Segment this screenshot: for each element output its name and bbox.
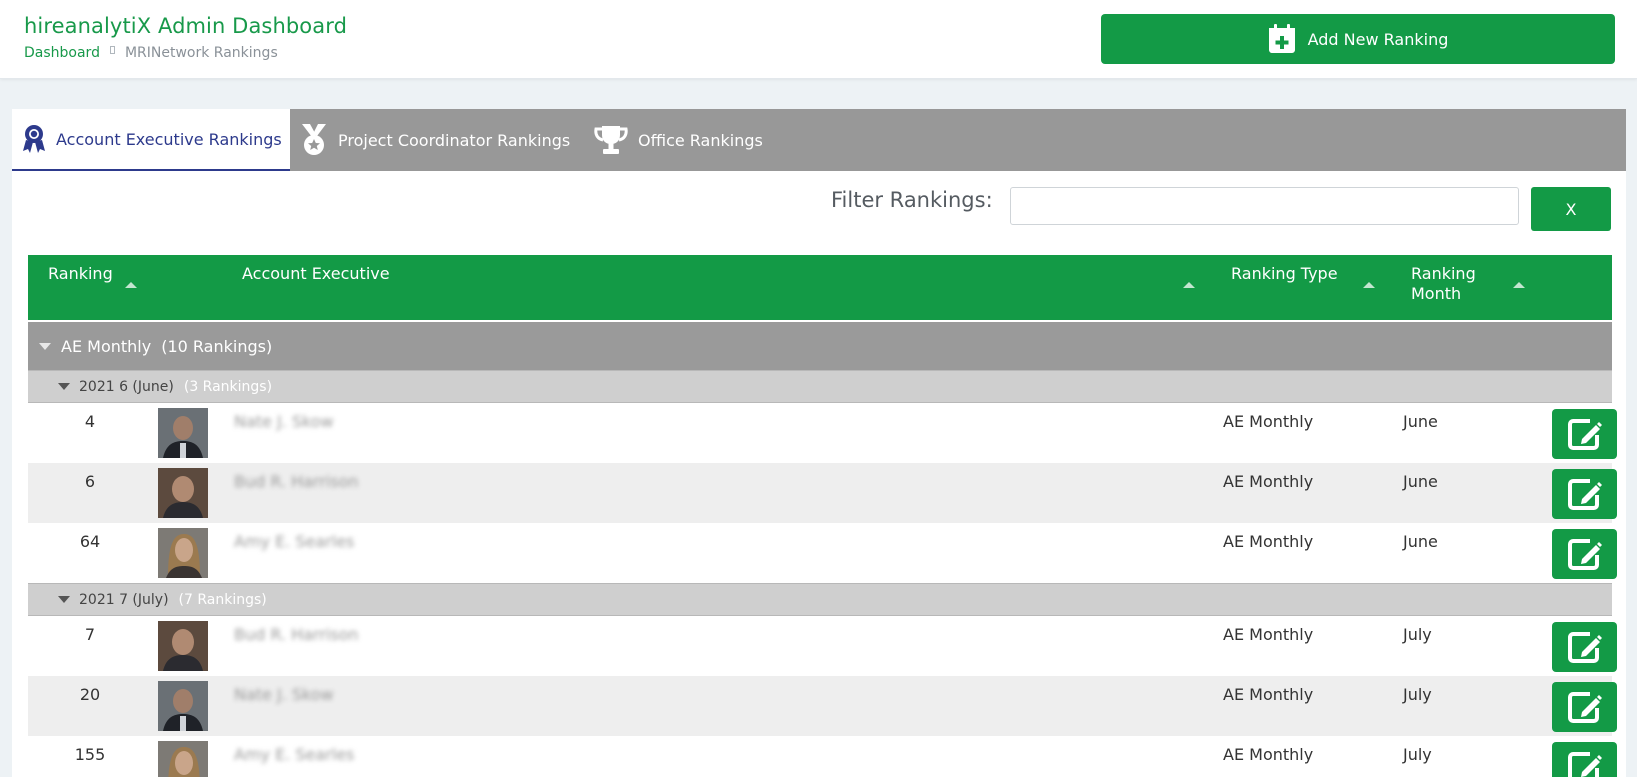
table-row: 4 Nate J. Skow AE Monthly June: [28, 403, 1617, 463]
subgroup-count: (3 Rankings): [183, 378, 273, 395]
account-executive-name: Amy E. Searles: [234, 532, 355, 551]
ranking-cell: 4: [84, 412, 96, 431]
table-header: Ranking Account Executive Ranking Type R…: [28, 255, 1612, 320]
filter-rankings-input[interactable]: [1010, 187, 1519, 225]
subgroup-label: 2021 6 (June): [79, 378, 174, 395]
ranking-cell: 64: [79, 532, 101, 551]
subgroup-count: (7 Rankings): [178, 591, 267, 608]
avatar: [158, 528, 208, 578]
table-row: 6 Bud R. Harrison AE Monthly June: [28, 463, 1617, 523]
group-row-month[interactable]: 2021 6 (June) (3 Rankings): [28, 370, 1612, 403]
group-row-ranking-type[interactable]: AE Monthly (10 Rankings): [28, 322, 1612, 370]
breadcrumb-separator-icon: [109, 46, 115, 54]
collapse-caret-icon[interactable]: [58, 383, 70, 390]
avatar: [158, 468, 208, 518]
edit-ranking-button[interactable]: [1552, 682, 1617, 732]
column-header-ranking-type[interactable]: Ranking Type: [1231, 264, 1338, 284]
sort-ranking-icon[interactable]: [125, 282, 137, 288]
clear-filter-button[interactable]: X: [1531, 187, 1611, 231]
ranking-month-cell: June: [1403, 412, 1438, 431]
ranking-month-cell: July: [1403, 745, 1432, 764]
account-executive-name: Nate J. Skow: [234, 412, 334, 431]
ranking-month-cell: July: [1403, 685, 1432, 704]
edit-ranking-button[interactable]: [1552, 742, 1617, 777]
table-row: 64 Amy E. Searles AE Monthly June: [28, 523, 1617, 583]
table-row: 7 Bud R. Harrison AE Monthly July: [28, 616, 1617, 676]
ribbon-award-icon: [23, 125, 45, 153]
edit-icon: [1567, 539, 1602, 570]
ranking-type-cell: AE Monthly: [1223, 412, 1314, 431]
rankings-panel: Account Executive Rankings Project Coord…: [12, 109, 1626, 777]
edit-icon: [1567, 419, 1602, 450]
ranking-type-cell: AE Monthly: [1223, 472, 1314, 491]
top-header: hireanalytiX Admin Dashboard Dashboard M…: [0, 0, 1637, 79]
tab-label: Office Rankings: [638, 130, 763, 150]
ranking-month-cell: June: [1403, 532, 1438, 551]
edit-icon: [1567, 752, 1602, 777]
column-header-account-executive[interactable]: Account Executive: [242, 264, 390, 284]
table-row: 20 Nate J. Skow AE Monthly July: [28, 676, 1617, 736]
ranking-cell: 155: [74, 745, 106, 764]
breadcrumb-current: MRINetwork Rankings: [124, 45, 278, 61]
tab-label: Project Coordinator Rankings: [338, 130, 571, 150]
account-executive-name: Bud R. Harrison: [234, 472, 359, 491]
column-header-ranking[interactable]: Ranking: [48, 264, 113, 284]
sort-account-executive-icon[interactable]: [1183, 282, 1195, 288]
group-row-month[interactable]: 2021 7 (July) (7 Rankings): [28, 583, 1612, 616]
tab-label: Account Executive Rankings: [56, 129, 282, 149]
add-new-ranking-label: Add New Ranking: [1307, 29, 1449, 49]
avatar: [158, 621, 208, 671]
avatar: [158, 741, 208, 777]
tab-account-executive-rankings[interactable]: Account Executive Rankings: [12, 109, 290, 171]
ranking-type-cell: AE Monthly: [1223, 685, 1314, 704]
ranking-cell: 7: [84, 625, 96, 644]
ranking-cell: 20: [79, 685, 101, 704]
ranking-type-cell: AE Monthly: [1223, 745, 1314, 764]
sort-ranking-month-icon[interactable]: [1513, 282, 1525, 288]
table-row: 155 Amy E. Searles AE Monthly July: [28, 736, 1617, 777]
edit-icon: [1567, 479, 1602, 510]
medal-icon: [302, 124, 326, 155]
subgroup-label: 2021 7 (July): [79, 591, 169, 608]
account-executive-name: Bud R. Harrison: [234, 625, 359, 644]
ranking-month-cell: July: [1403, 625, 1432, 644]
ranking-month-cell: June: [1403, 472, 1438, 491]
account-executive-name: Nate J. Skow: [234, 685, 334, 704]
ranking-cell: 6: [84, 472, 96, 491]
filter-rankings-label: Filter Rankings:: [831, 188, 993, 212]
group-count: (10 Rankings): [161, 336, 273, 356]
tab-bar: Account Executive Rankings Project Coord…: [12, 109, 1626, 171]
tab-office-rankings[interactable]: Office Rankings: [594, 109, 763, 171]
sort-ranking-type-icon[interactable]: [1363, 282, 1375, 288]
avatar: [158, 408, 208, 458]
edit-ranking-button[interactable]: [1552, 622, 1617, 672]
ranking-type-cell: AE Monthly: [1223, 625, 1314, 644]
account-executive-name: Amy E. Searles: [234, 745, 355, 764]
column-header-ranking-month[interactable]: Ranking Month: [1411, 264, 1501, 304]
edit-ranking-button[interactable]: [1552, 529, 1617, 579]
calendar-plus-icon: [1268, 24, 1295, 53]
collapse-caret-icon[interactable]: [58, 596, 70, 603]
trophy-icon: [594, 126, 628, 154]
breadcrumb: Dashboard MRINetwork Rankings: [24, 45, 278, 61]
collapse-caret-icon[interactable]: [39, 342, 51, 350]
edit-ranking-button[interactable]: [1552, 409, 1617, 459]
edit-icon: [1567, 692, 1602, 723]
group-label: AE Monthly: [61, 336, 152, 356]
add-new-ranking-button[interactable]: Add New Ranking: [1101, 14, 1615, 64]
app-title: hireanalytiX Admin Dashboard: [24, 14, 348, 38]
edit-ranking-button[interactable]: [1552, 469, 1617, 519]
avatar: [158, 681, 208, 731]
ranking-type-cell: AE Monthly: [1223, 532, 1314, 551]
edit-icon: [1567, 632, 1602, 663]
breadcrumb-dashboard-link[interactable]: Dashboard: [24, 45, 100, 61]
tab-project-coordinator-rankings[interactable]: Project Coordinator Rankings: [300, 109, 570, 171]
